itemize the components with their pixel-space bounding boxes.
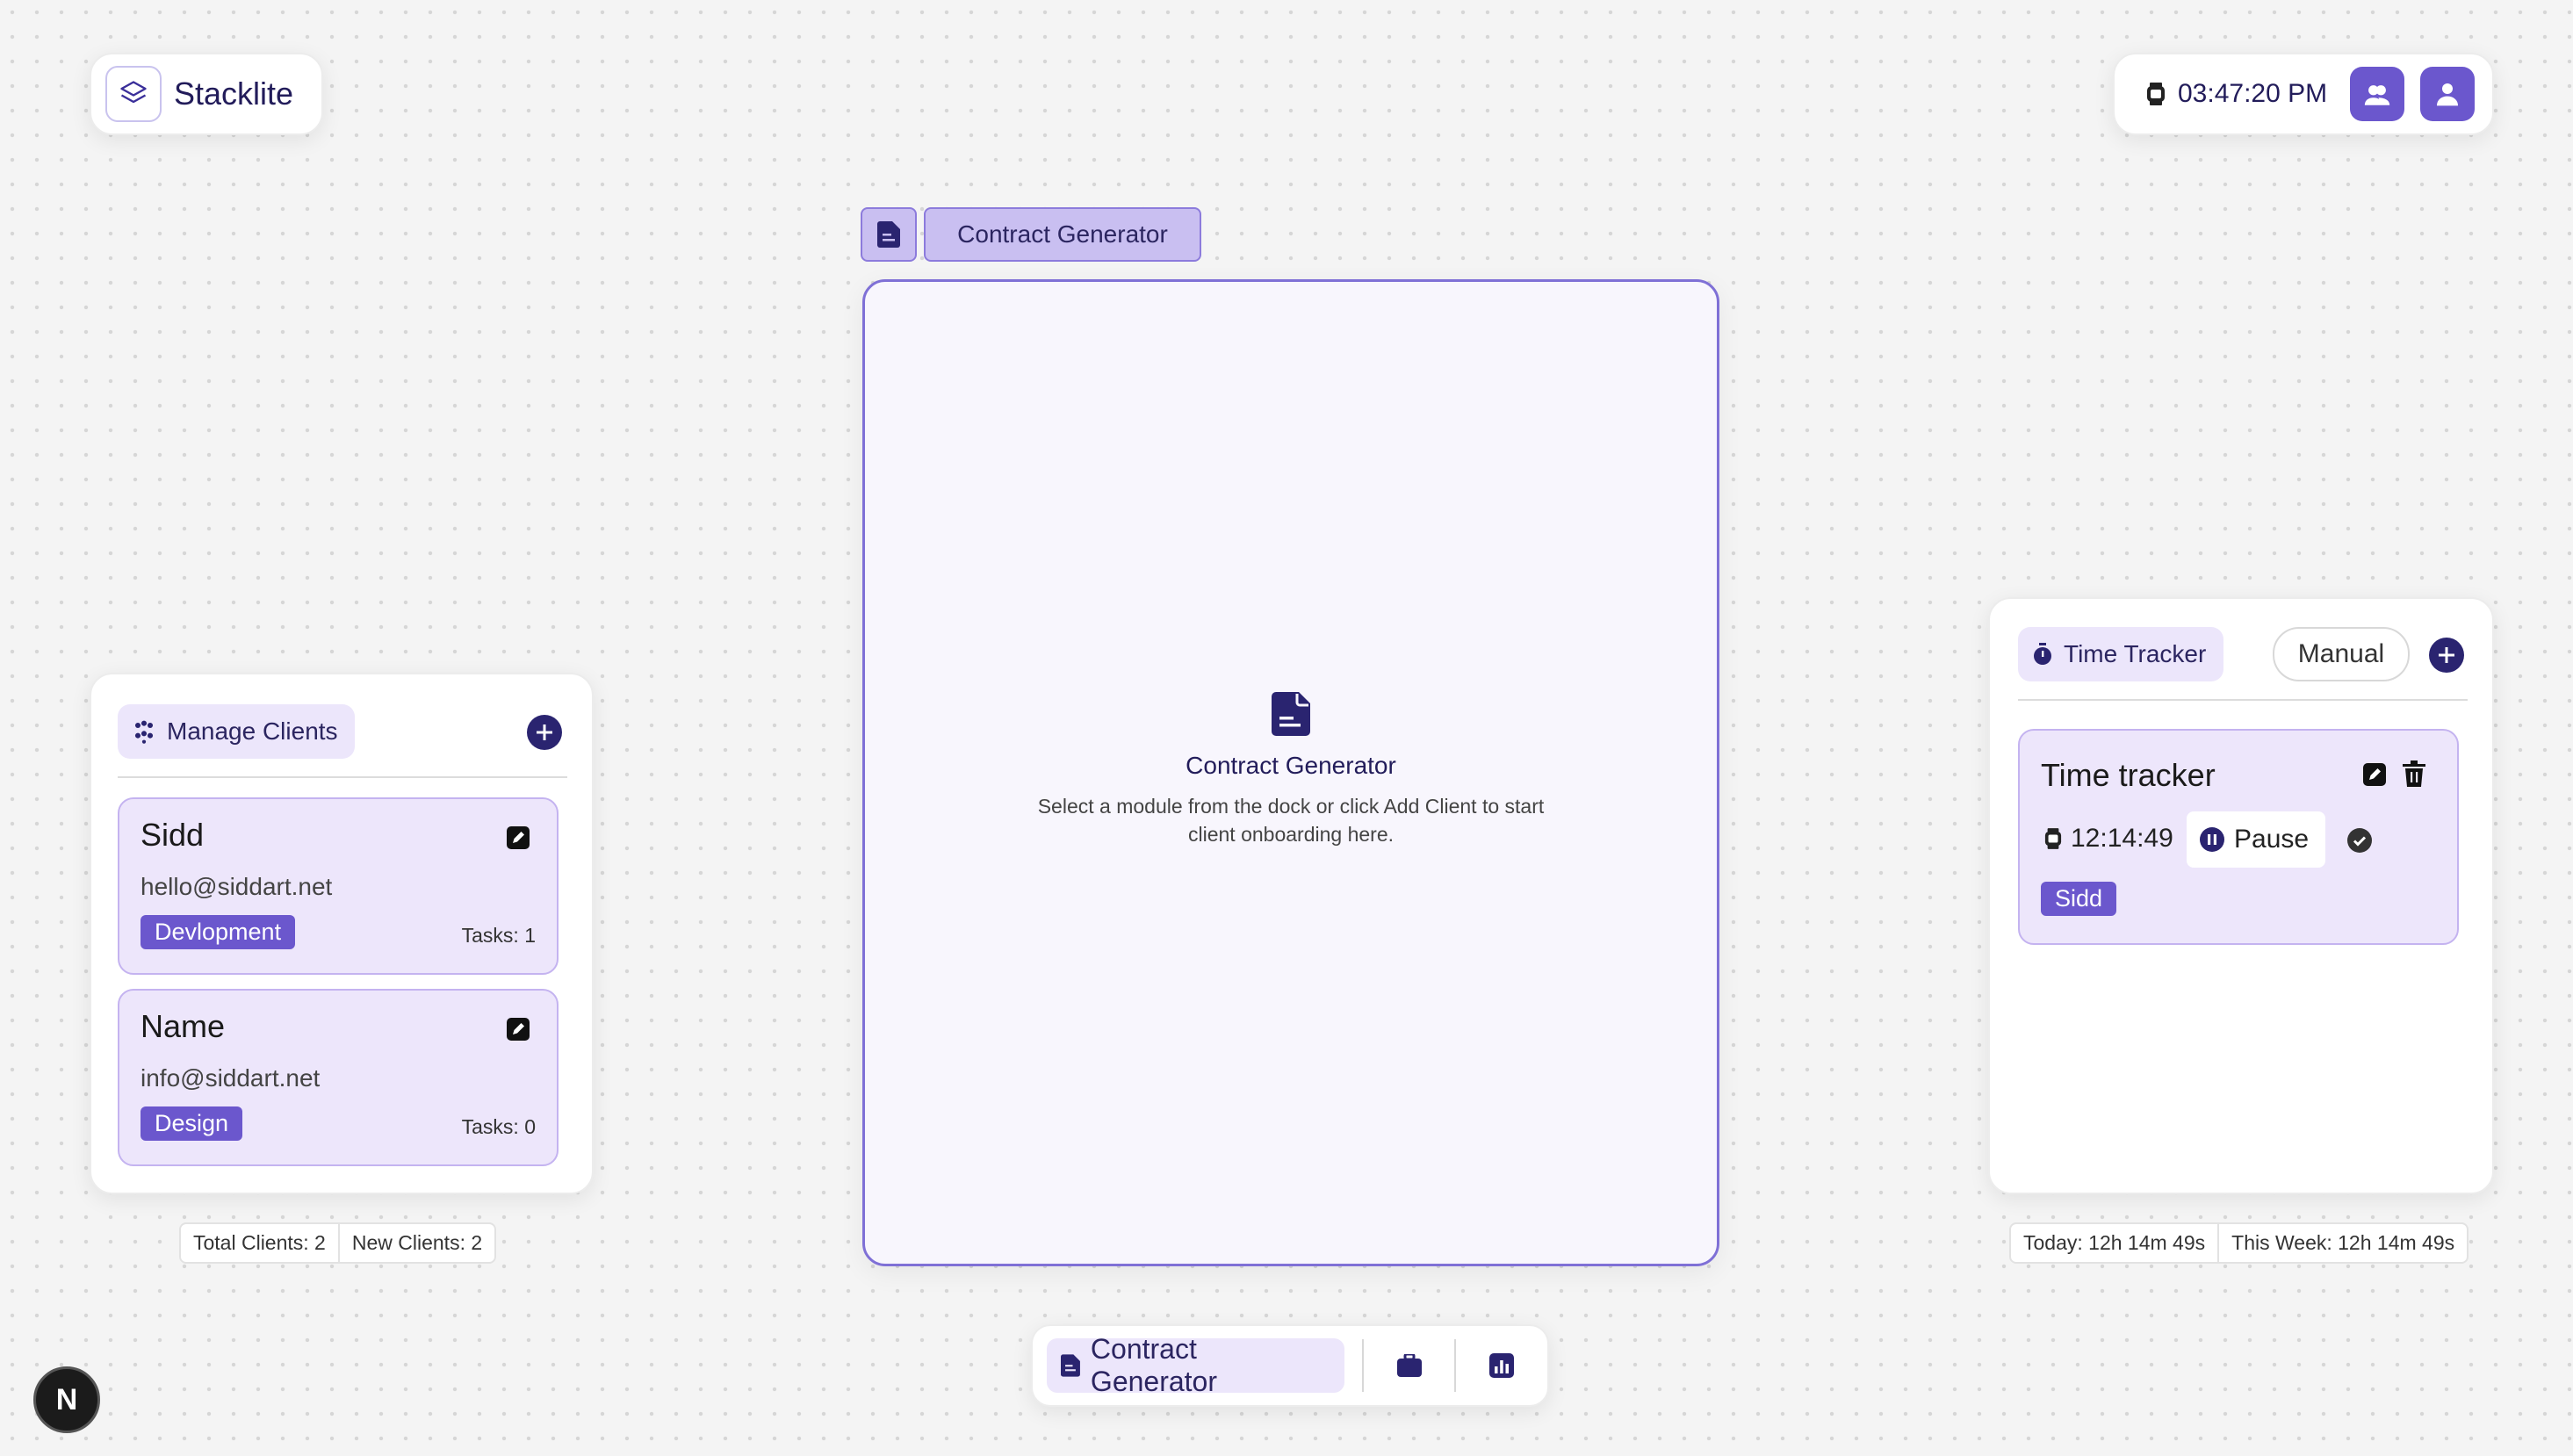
manage-clients-header: Manage Clients <box>118 704 355 759</box>
manual-mode-button[interactable]: Manual <box>2273 627 2410 681</box>
manage-clients-title: Manage Clients <box>167 717 338 745</box>
client-email: hello@siddart.net <box>141 873 333 900</box>
edit-icon[interactable] <box>506 825 530 850</box>
dock-contract-generator[interactable]: Contract Generator <box>1047 1333 1344 1397</box>
time-stats: Today: 12h 14m 49s This Week: 12h 14m 49… <box>2009 1222 2469 1264</box>
trash-icon[interactable] <box>2403 760 2425 787</box>
watch-icon <box>2044 828 2062 849</box>
client-stats: Total Clients: 2 New Clients: 2 <box>179 1222 497 1264</box>
time-entry-card[interactable]: Time tracker 12:14:49 Pause Sidd <box>2018 729 2459 945</box>
document-icon <box>862 692 1719 736</box>
profile-button[interactable] <box>2420 67 2476 121</box>
document-tab-button[interactable] <box>861 207 917 262</box>
team-icon <box>2364 85 2390 105</box>
client-name: Sidd <box>141 817 205 853</box>
client-tag: Sidd <box>2041 882 2117 916</box>
client-card[interactable]: Sidd hello@siddart.net Devlopment Tasks:… <box>118 797 559 975</box>
today-time: Today: 12h 14m 49s <box>2023 1231 2206 1254</box>
clock-display: 03:47:20 PM <box>2178 79 2328 108</box>
manage-clients-panel: Manage Clients Sidd hello@siddart.net De… <box>90 673 594 1194</box>
elapsed-time-value: 12:14:49 <box>2071 824 2173 853</box>
dock-analytics-button[interactable] <box>1456 1353 1547 1378</box>
total-clients: Total Clients: 2 <box>193 1231 326 1254</box>
layers-icon <box>105 66 162 122</box>
header-toolbar: 03:47:20 PM <box>2113 53 2494 135</box>
people-icon <box>132 719 156 744</box>
add-client-button[interactable] <box>527 715 562 750</box>
brand-name: Stacklite <box>174 76 294 112</box>
plus-icon <box>537 724 552 740</box>
chart-icon <box>1489 1353 1515 1378</box>
time-tracker-title: Time Tracker <box>2064 640 2207 667</box>
team-button[interactable] <box>2350 67 2405 121</box>
empty-state-description: Select a module from the dock or click A… <box>1037 795 1545 846</box>
brand-logo[interactable]: Stacklite <box>90 53 323 135</box>
client-email: info@siddart.net <box>141 1064 321 1092</box>
module-dock: Contract Generator <box>1031 1324 1549 1407</box>
client-tag: Design <box>141 1106 243 1141</box>
add-time-entry-button[interactable] <box>2429 638 2464 673</box>
document-icon <box>877 221 900 248</box>
empty-state-title: Contract Generator <box>1186 752 1396 779</box>
elapsed-time: 12:14:49 <box>2044 824 2173 854</box>
client-task-count: Tasks: 0 <box>461 1115 536 1138</box>
time-entry-title: Time tracker <box>2041 757 2216 793</box>
new-clients: New Clients: 2 <box>337 1224 494 1262</box>
pause-button[interactable]: Pause <box>2187 811 2325 868</box>
pause-label: Pause <box>2234 825 2310 854</box>
time-tracker-header: Time Tracker <box>2018 627 2223 681</box>
user-icon <box>2437 83 2459 106</box>
plus-icon <box>2439 647 2454 663</box>
edit-icon[interactable] <box>506 1017 530 1042</box>
client-name: Name <box>141 1008 226 1044</box>
client-task-count: Tasks: 1 <box>461 924 536 947</box>
n-badge[interactable]: N <box>33 1366 100 1433</box>
briefcase-icon <box>1396 1354 1422 1377</box>
watch-icon <box>2146 83 2166 105</box>
edit-icon[interactable] <box>2362 762 2387 787</box>
divider <box>118 776 567 778</box>
pause-icon <box>2200 827 2224 852</box>
client-tag: Devlopment <box>141 915 296 949</box>
divider <box>2018 699 2468 701</box>
stopwatch-icon <box>2032 643 2053 666</box>
client-card[interactable]: Name info@siddart.net Design Tasks: 0 <box>118 989 559 1166</box>
tab-contract-generator[interactable]: Contract Generator <box>924 207 1201 262</box>
document-icon <box>1061 1354 1080 1377</box>
dock-contract-generator-label: Contract Generator <box>1090 1333 1217 1397</box>
dock-briefcase-button[interactable] <box>1364 1354 1455 1377</box>
time-tracker-panel: Time Tracker Manual Time tracker 12:14:4… <box>1988 597 2494 1194</box>
empty-state: Contract Generator Select a module from … <box>862 692 1719 848</box>
check-circle-icon[interactable] <box>2346 827 2373 854</box>
week-time: This Week: 12h 14m 49s <box>2217 1224 2467 1262</box>
